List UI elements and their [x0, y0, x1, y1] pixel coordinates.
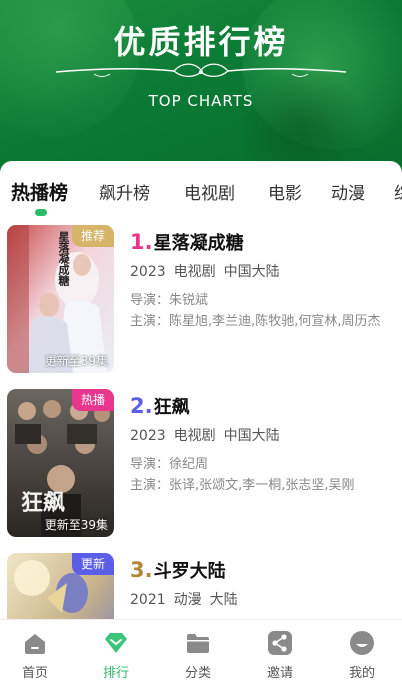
- ranking-item[interactable]: 更新 3.斗罗大陆 2021 动漫 大陆: [0, 553, 402, 621]
- type: 电视剧: [173, 264, 216, 280]
- category-tabs: 热播榜 飙升榜 电视剧 电影 动漫 综: [0, 161, 402, 219]
- tab-anime[interactable]: 动漫: [331, 179, 365, 204]
- item-title[interactable]: 1.星落凝成糖: [130, 229, 244, 255]
- page-subtitle: TOP CHARTS: [148, 92, 254, 110]
- poster-title-text: 狂飙: [21, 491, 66, 516]
- region: 中国大陆: [223, 428, 280, 444]
- nav-profile[interactable]: 我的: [322, 620, 402, 684]
- status-badge: 更新: [71, 553, 114, 575]
- episode-count: 更新至39集: [44, 518, 108, 532]
- item-meta: 2021 动漫 大陆: [130, 589, 246, 609]
- year: 2023: [130, 428, 166, 444]
- item-meta: 2023 电视剧 中国大陆: [130, 425, 288, 445]
- ranking-item[interactable]: 星落凝成糖 推荐 更新至39集 1.星落凝成糖 2023 电视剧 中国大陆 导演：朱…: [0, 225, 402, 385]
- nav-category[interactable]: 分类: [158, 620, 238, 684]
- poster-title-text: 星落凝成糖: [57, 231, 70, 286]
- tab-indicator: [35, 209, 47, 216]
- nav-label: 我的: [348, 666, 375, 681]
- profile-icon: [350, 631, 374, 655]
- nav-home[interactable]: 首页: [0, 620, 75, 684]
- type: 电视剧: [173, 428, 216, 444]
- region: 中国大陆: [223, 264, 280, 280]
- nav-label: 首页: [21, 666, 48, 681]
- nav-label: 邀请: [266, 666, 293, 681]
- rank-number: 2.: [130, 394, 153, 418]
- tab-variety[interactable]: 综: [394, 179, 402, 204]
- tab-hot[interactable]: 热播榜: [11, 178, 68, 205]
- title-text: 斗罗大陆: [153, 561, 226, 582]
- director: 导演：朱锐斌: [130, 293, 209, 308]
- cast: 主演：陈星旭,李兰迪,陈牧驰,何宣林,周历杰: [130, 314, 381, 329]
- nav-label: 分类: [184, 666, 211, 681]
- ornament-divider-icon: [55, 63, 347, 78]
- folder-icon: [187, 634, 209, 653]
- year: 2023: [130, 264, 166, 280]
- item-meta: 2023 电视剧 中国大陆: [130, 261, 288, 281]
- page-title: 优质排行榜: [113, 23, 289, 61]
- episode-count: 更新至39集: [44, 354, 108, 368]
- title-text: 狂飙: [153, 397, 190, 418]
- item-title[interactable]: 3.斗罗大陆: [130, 557, 226, 583]
- ranking-panel: 热播榜 飙升榜 电视剧 电影 动漫 综: [0, 161, 402, 621]
- poster-image[interactable]: 更新: [7, 553, 114, 621]
- status-badge: 推荐: [71, 225, 114, 247]
- tab-tv[interactable]: 电视剧: [184, 179, 235, 204]
- poster-image[interactable]: 星落凝成糖 推荐 更新至39集: [7, 225, 114, 373]
- rank-number: 3.: [130, 558, 153, 582]
- director: 导演：徐纪周: [130, 457, 209, 472]
- bottom-nav: 首页 排行 分类 邀请 我的: [0, 619, 402, 684]
- type: 动漫: [173, 592, 202, 608]
- header-banner: 优质排行榜 TOP CHARTS: [0, 0, 402, 175]
- region: 大陆: [209, 592, 238, 608]
- ranking-diamond-icon: [105, 633, 127, 653]
- nav-ranking[interactable]: 排行: [76, 620, 156, 684]
- cast: 主演：张译,张颂文,李一桐,张志坚,吴刚: [130, 478, 355, 493]
- home-icon: [25, 634, 45, 654]
- share-icon: [268, 631, 292, 655]
- poster-image[interactable]: 狂飙 热播 更新至39集: [7, 389, 114, 537]
- ranking-item[interactable]: 狂飙 热播 更新至39集 2.狂飙 2023 电视剧 中国大陆 导演：徐纪周 主演：…: [0, 389, 402, 549]
- nav-label: 排行: [102, 666, 129, 681]
- nav-invite[interactable]: 邀请: [240, 620, 320, 684]
- status-badge: 热播: [71, 389, 114, 411]
- title-text: 星落凝成糖: [153, 233, 244, 254]
- tab-movie[interactable]: 电影: [268, 179, 302, 204]
- year: 2021: [130, 592, 166, 608]
- rank-number: 1.: [130, 230, 153, 254]
- item-title[interactable]: 2.狂飙: [130, 393, 190, 419]
- tab-rising[interactable]: 飙升榜: [99, 179, 150, 204]
